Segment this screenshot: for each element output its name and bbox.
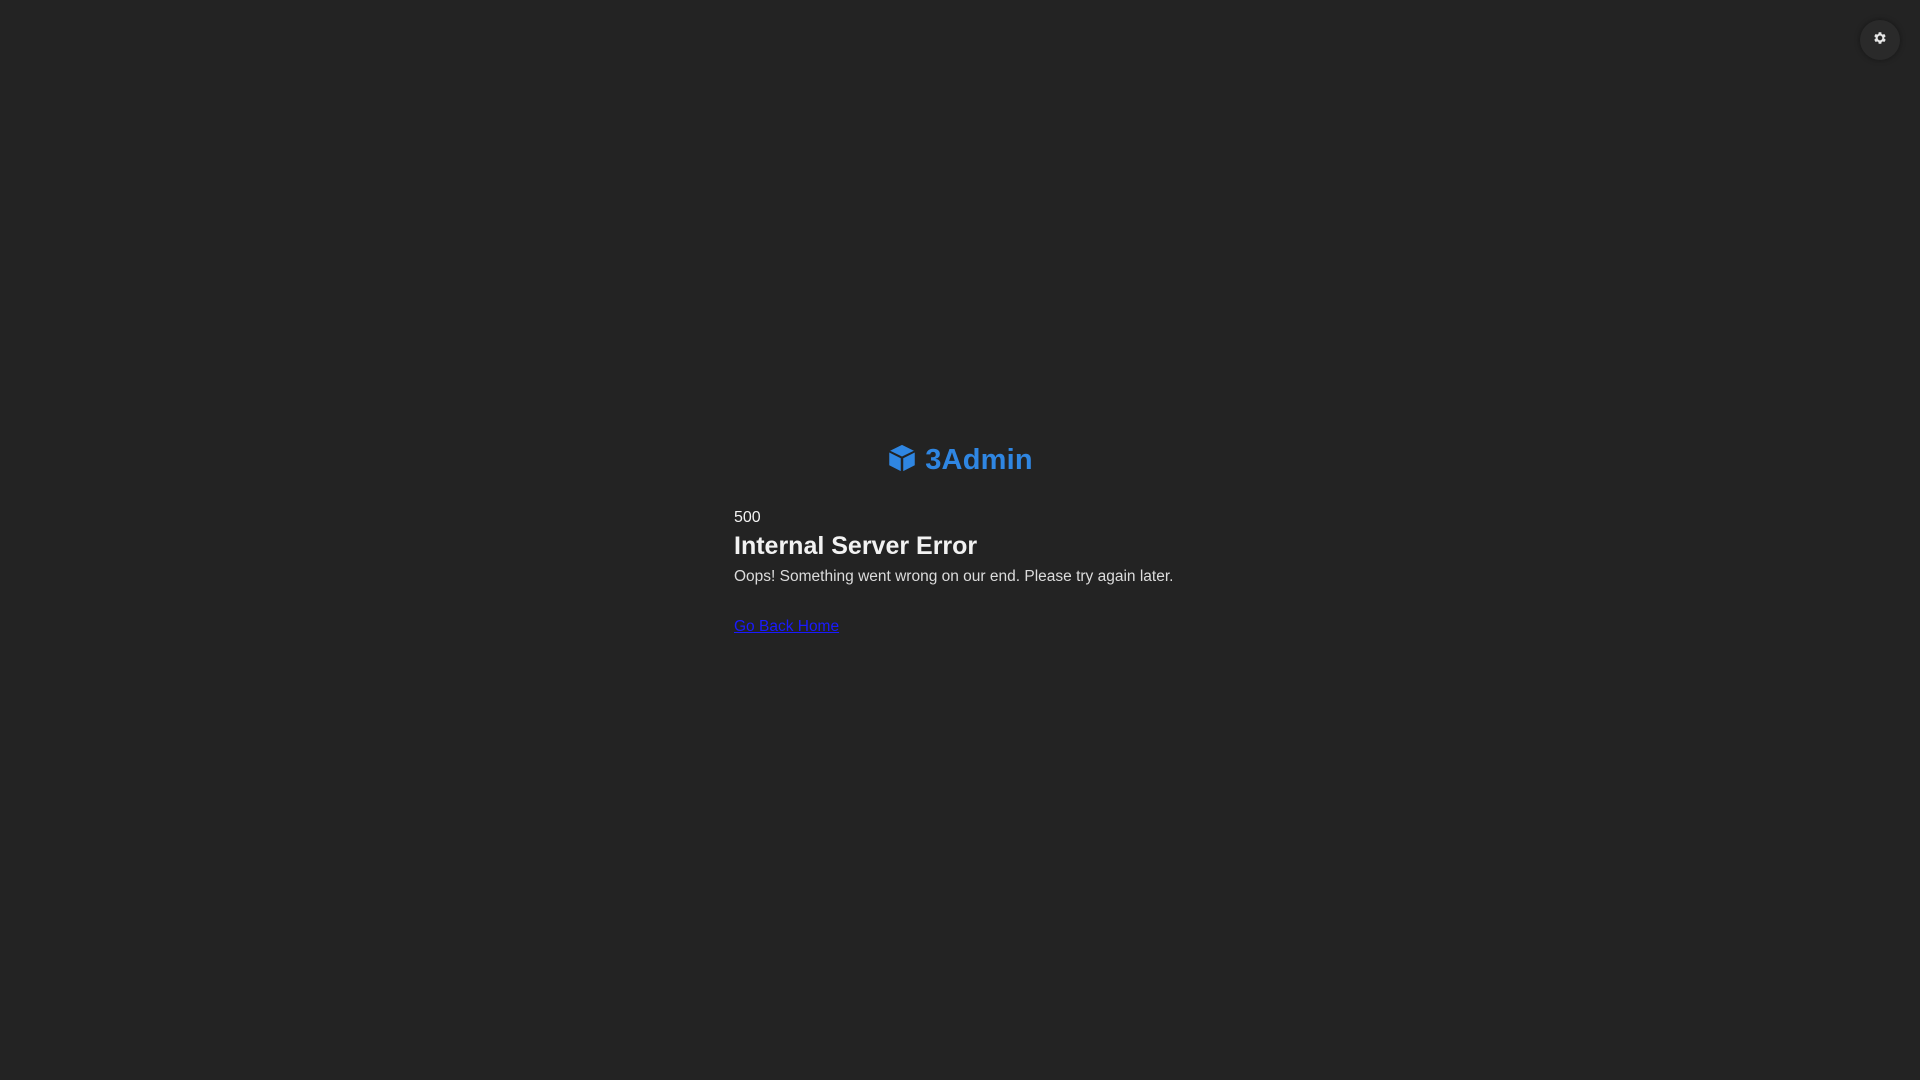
brand-logo[interactable]: 3Admin bbox=[734, 443, 1186, 478]
cube-icon bbox=[887, 443, 917, 478]
error-message: Oops! Something went wrong on our end. P… bbox=[734, 568, 1174, 585]
error-title: Internal Server Error bbox=[734, 532, 978, 560]
go-back-home-link[interactable]: Go Back Home bbox=[734, 618, 839, 636]
brand-name: 3Admin bbox=[925, 444, 1033, 476]
theme-toggle-button[interactable] bbox=[1860, 20, 1900, 60]
error-code: 500 bbox=[734, 509, 761, 526]
gear-icon bbox=[1872, 30, 1888, 51]
error-container: 3Admin 500 Internal Server Error Oops! S… bbox=[734, 443, 1204, 636]
